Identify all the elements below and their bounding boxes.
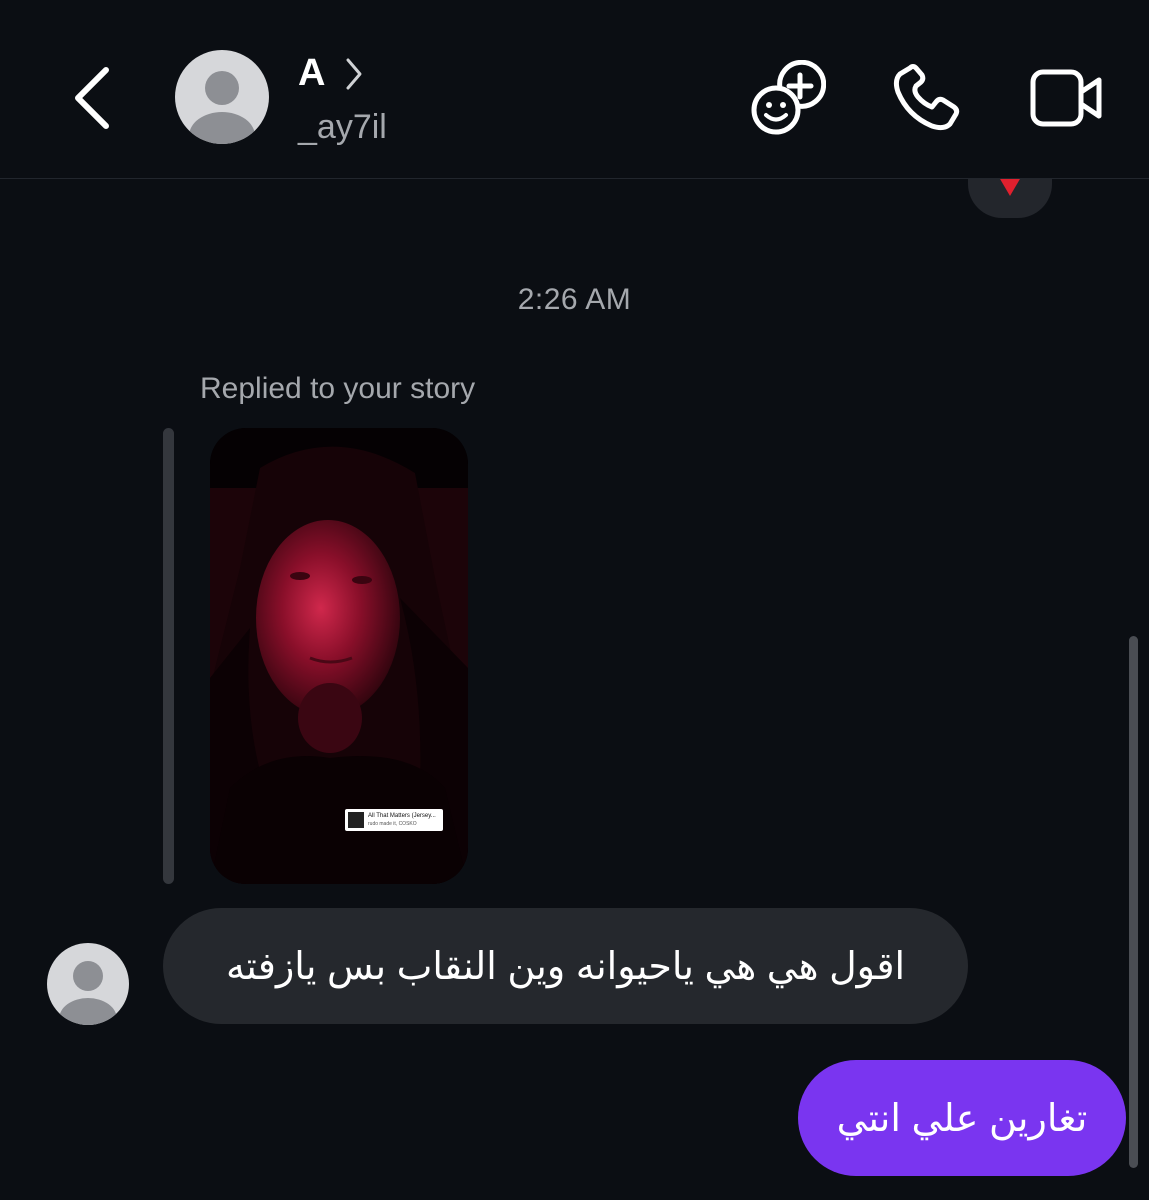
outgoing-message-bubble[interactable]: تغارين علي انتي [798, 1060, 1126, 1176]
story-thumbnail[interactable]: All That Matters (Jersey... rudo made it… [210, 428, 468, 884]
game-face-plus-icon [751, 59, 827, 135]
avatar[interactable] [175, 50, 269, 144]
video-camera-icon [1030, 69, 1102, 127]
album-art [348, 812, 364, 828]
music-sticker: All That Matters (Jersey... rudo made it… [345, 809, 443, 831]
thread-header: A _ay7il [0, 0, 1149, 179]
chevron-left-icon [75, 67, 109, 129]
music-title: All That Matters (Jersey... [368, 813, 436, 819]
dm-thread-screen: A _ay7il 2:26 AM Replied to your story A… [0, 0, 1149, 1200]
incoming-message-bubble[interactable]: اقول هي هي ياحيوانه وين النقاب بس يازفته [163, 908, 968, 1024]
video-call-button[interactable] [1028, 60, 1104, 136]
audio-call-button[interactable] [888, 60, 964, 136]
games-button[interactable] [750, 59, 827, 136]
default-avatar-icon [189, 71, 255, 144]
profile-name-link[interactable]: A [298, 52, 365, 95]
username: _ay7il [298, 108, 387, 146]
chevron-right-icon [346, 58, 362, 89]
reply-indicator-bar [163, 428, 174, 884]
phone-icon [893, 64, 960, 131]
music-artist: rudo made it, COSKO [368, 821, 417, 827]
default-avatar-icon [59, 961, 117, 1025]
display-name: A [298, 52, 326, 94]
replied-to-story-label: Replied to your story [200, 372, 476, 405]
sender-avatar[interactable] [47, 943, 129, 1025]
back-button[interactable] [60, 60, 130, 140]
message-timestamp: 2:26 AM [517, 283, 632, 316]
outgoing-message-text: تغارين علي انتي [836, 1097, 1088, 1140]
scrollbar[interactable] [1129, 636, 1138, 1168]
incoming-message-text: اقول هي هي ياحيوانه وين النقاب بس يازفته [225, 945, 906, 988]
